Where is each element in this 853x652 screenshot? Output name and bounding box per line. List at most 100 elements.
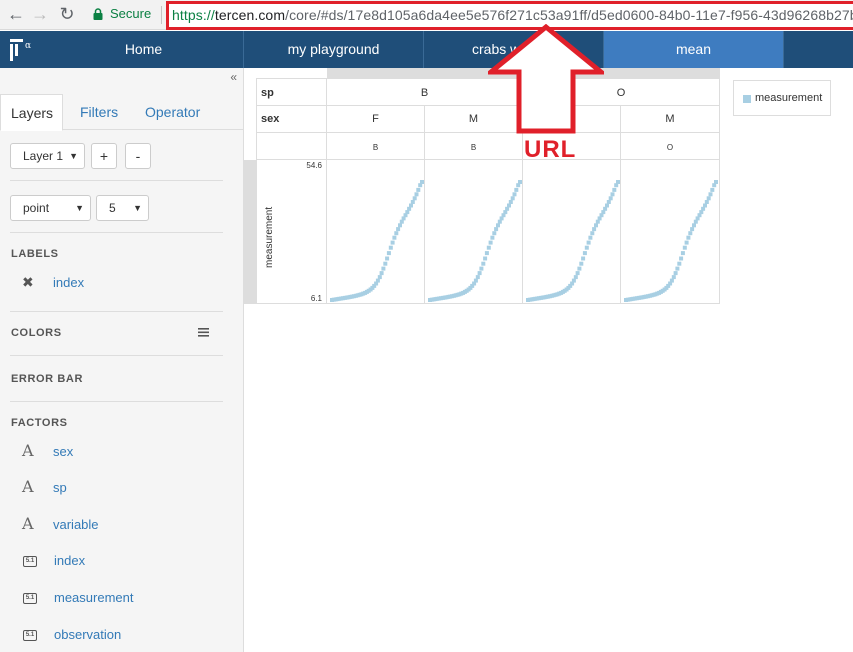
data-point	[477, 271, 482, 276]
data-point	[669, 278, 674, 283]
url-path: /core/#ds/17e8d105a6da4ee5e576f271c53a91…	[285, 7, 853, 23]
factor-label: measurement	[54, 590, 134, 605]
data-point	[579, 261, 584, 266]
factor-label: observation	[54, 627, 122, 642]
data-point	[592, 227, 597, 232]
forward-arrow-icon[interactable]: →	[30, 4, 50, 24]
data-point	[473, 278, 478, 283]
data-point	[582, 251, 587, 256]
data-point	[677, 261, 682, 266]
scatter-plot	[330, 180, 424, 302]
collapse-sidebar-icon[interactable]: «	[230, 70, 237, 84]
colors-section-title: COLORS	[11, 327, 62, 339]
data-point	[590, 231, 595, 236]
data-point	[475, 275, 480, 280]
data-point	[410, 200, 415, 204]
data-point	[483, 256, 488, 261]
remove-layer-button[interactable]: -	[125, 143, 151, 169]
url-text: https://tercen.com/core/#ds/17e8d105a6da…	[172, 7, 853, 23]
data-point	[710, 187, 715, 192]
factor-observation[interactable]: 5.1 observation	[22, 625, 121, 645]
data-point	[577, 266, 582, 271]
data-point	[575, 271, 580, 276]
col-sublabel: B	[327, 133, 425, 160]
data-point	[385, 256, 390, 261]
data-point	[686, 235, 691, 240]
layer-select[interactable]: Layer 1 ▼	[10, 143, 85, 169]
divider	[10, 311, 223, 312]
data-point	[688, 231, 693, 236]
layer-select-value: Layer 1	[23, 149, 64, 163]
data-point	[488, 240, 493, 245]
data-point	[581, 256, 586, 261]
scatter-plot	[526, 180, 620, 302]
plot-panel[interactable]	[621, 160, 720, 304]
legend[interactable]: measurement	[733, 80, 831, 116]
svg-text:α: α	[25, 41, 31, 51]
factor-index[interactable]: 5.1 index	[22, 551, 85, 571]
col-sublabel: B	[425, 133, 523, 160]
data-point	[514, 187, 519, 192]
data-point	[394, 231, 399, 236]
back-arrow-icon[interactable]: ←	[6, 4, 26, 24]
geom-select[interactable]: point ▼	[10, 195, 91, 221]
secure-label: Secure	[110, 6, 152, 21]
size-select-value: 5	[109, 201, 116, 215]
data-point	[571, 278, 576, 283]
factor-measurement[interactable]: 5.1 measurement	[22, 588, 133, 608]
plot-panel[interactable]	[523, 160, 621, 304]
data-point	[396, 227, 401, 232]
reload-icon[interactable]: ↻	[57, 4, 77, 24]
remove-icon[interactable]: ✖	[22, 272, 42, 292]
scatter-plot	[428, 180, 522, 302]
tercen-logo-icon[interactable]: α	[10, 39, 34, 61]
col-header-sex-f[interactable]: F	[327, 106, 425, 133]
tab-my-playground[interactable]: my playground	[244, 31, 424, 68]
data-point	[481, 261, 486, 266]
label-item-index[interactable]: ✖ index	[22, 272, 84, 292]
divider	[10, 180, 223, 181]
data-point	[608, 196, 613, 201]
col-header-sex-m-o[interactable]: M	[621, 106, 720, 133]
factor-variable[interactable]: Avariable	[22, 514, 99, 534]
numeric-type-icon: 5.1	[23, 630, 37, 642]
data-point	[494, 227, 499, 232]
y-axis-min: 6.1	[310, 294, 322, 303]
text-type-icon: A	[22, 477, 34, 496]
data-point	[414, 192, 419, 197]
factor-sp[interactable]: Asp	[22, 477, 67, 497]
row-header-sp[interactable]: sp	[256, 78, 327, 106]
data-point	[479, 266, 484, 271]
errorbar-section-title: ERROR BAR	[11, 373, 84, 385]
label-item-text: index	[53, 275, 85, 290]
plot-panel[interactable]	[327, 160, 425, 304]
size-select[interactable]: 5 ▼	[96, 195, 149, 221]
data-point	[703, 203, 707, 208]
address-separator	[161, 6, 162, 24]
data-point	[692, 223, 696, 228]
tab-home[interactable]: Home	[44, 31, 244, 68]
tab-operator[interactable]: Operator	[135, 94, 210, 131]
data-point	[606, 200, 611, 204]
add-layer-button[interactable]: +	[91, 143, 117, 169]
tab-layers[interactable]: Layers	[0, 94, 63, 131]
factor-sex[interactable]: Asex	[22, 441, 73, 461]
up-arrow-annotation-icon	[488, 24, 604, 134]
y-axis-max: 54.6	[306, 161, 322, 170]
data-point	[398, 223, 402, 228]
row-header-sex[interactable]: sex	[256, 106, 327, 133]
plot-panel[interactable]	[425, 160, 523, 304]
url-host: tercen.com	[214, 7, 286, 23]
tab-mean[interactable]: mean	[604, 31, 784, 68]
col-sublabel: O	[621, 133, 720, 160]
tab-filters[interactable]: Filters	[70, 94, 128, 131]
row-header-blank	[256, 133, 327, 160]
data-point	[714, 180, 718, 184]
data-point	[586, 240, 591, 245]
data-point	[409, 203, 413, 208]
lock-icon	[93, 8, 103, 20]
factor-label: sex	[53, 444, 74, 459]
scatter-plot	[624, 180, 718, 302]
data-point	[680, 251, 685, 256]
menu-icon[interactable]	[198, 328, 209, 337]
